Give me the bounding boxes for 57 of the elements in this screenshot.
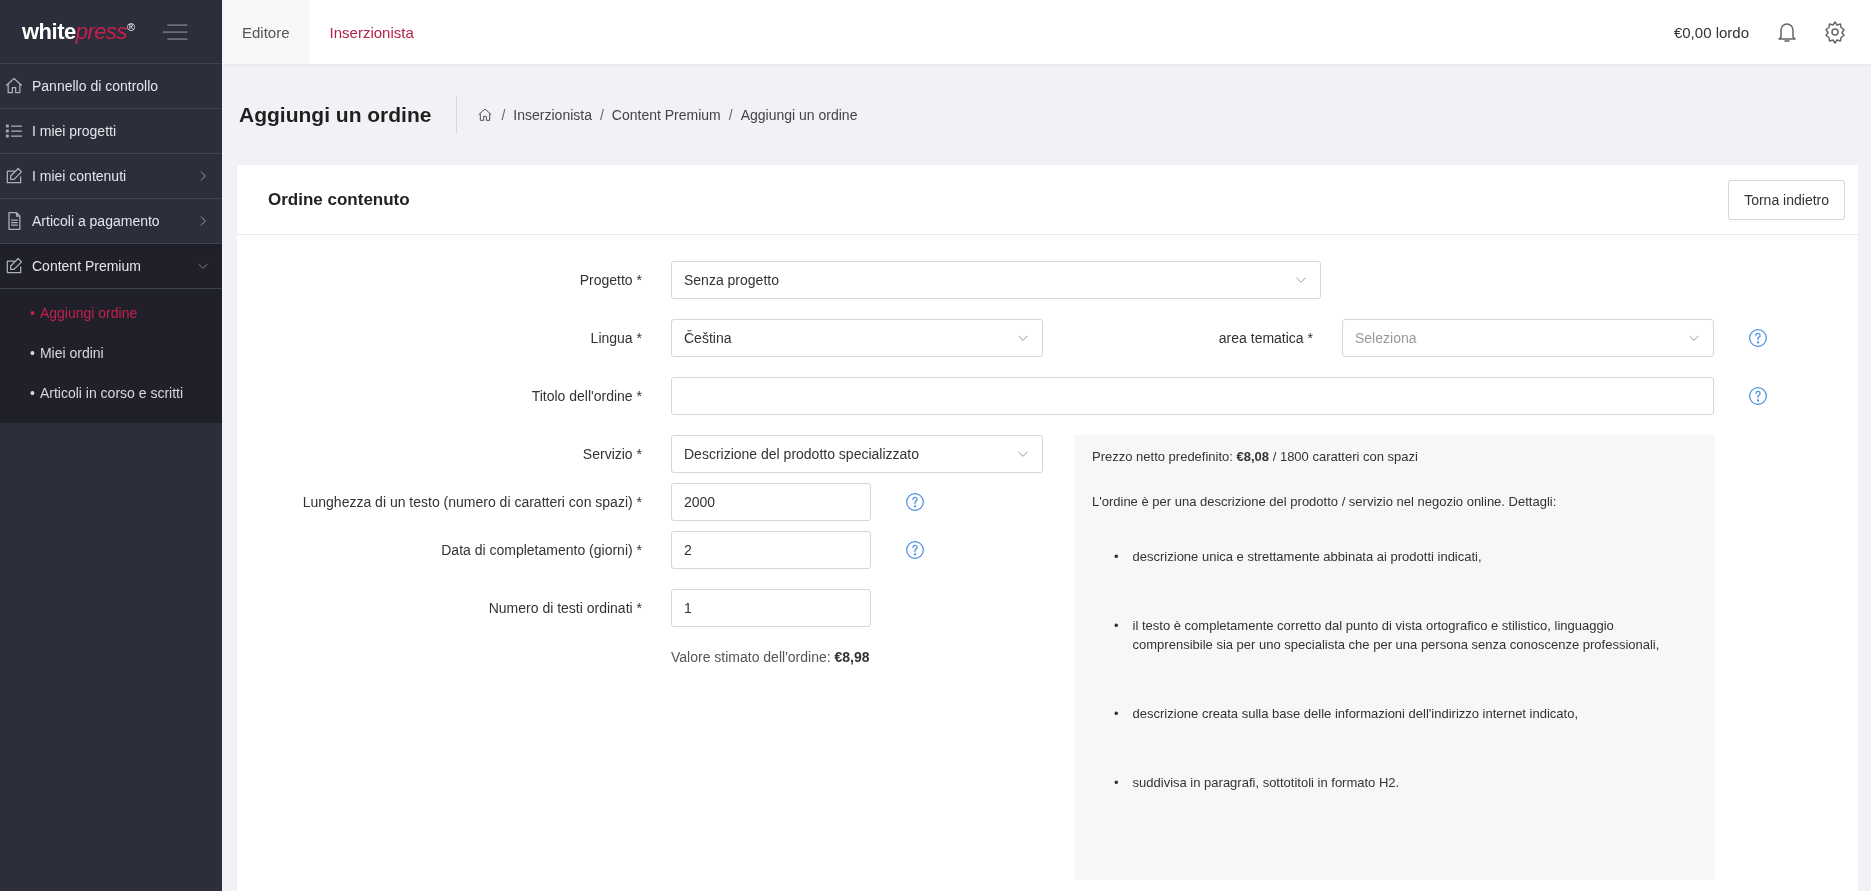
sidebar-item[interactable]: Pannello di controllo	[0, 64, 222, 109]
breadcrumb-link[interactable]: Inserzionista	[513, 106, 592, 123]
bullet-marker: •	[1114, 617, 1119, 635]
service-select[interactable]: Descrizione del prodotto specializzato	[671, 435, 1043, 473]
field-label: Progetto *	[578, 272, 643, 288]
help-icon[interactable]	[1748, 328, 1768, 348]
field-label: Lingua *	[589, 330, 643, 346]
info-bullet: descrizione creata sulla base delle informazioni dell'indirizzo internet indicato,	[1132, 705, 1578, 723]
sidebar-item[interactable]: I miei contenuti	[0, 154, 222, 199]
field-label: Servizio *	[581, 446, 643, 462]
card-title: Ordine contenuto	[268, 189, 410, 210]
home-icon	[4, 76, 24, 96]
price-text: Prezzo netto predefinito: €8,08 / 1800 caratteri con spazi	[1092, 448, 1419, 466]
edit-icon	[4, 166, 24, 186]
notifications-button[interactable]	[1775, 20, 1799, 44]
help-icon[interactable]	[905, 492, 925, 512]
sidebar-item[interactable]: Content Premium	[0, 244, 222, 289]
top-tab[interactable]: Editore	[222, 0, 310, 64]
info-bullet: descrizione unica e strettamente abbinata ai prodotti indicati,	[1132, 548, 1482, 566]
whitepress-logo: whitepress$^{®}$	[22, 18, 135, 45]
top-tab[interactable]: Inserzionista	[309, 0, 434, 64]
help-icon[interactable]	[1748, 386, 1768, 406]
breadcrumb-separator: /	[599, 106, 604, 123]
info-bullet: il testo è completamente corretto dal punto di vista ortografico e stilistico, linguaggio comprensibile sia per uno specialista che per una persona senza conoscenze professionali,	[1132, 617, 1661, 654]
estimated-value-text: Valore stimato dell'ordine: €8,98	[671, 649, 871, 665]
help-icon[interactable]	[905, 540, 925, 560]
order-title-input[interactable]	[671, 377, 1714, 415]
project-select[interactable]: Senza progetto	[671, 261, 1321, 299]
breadcrumb-link[interactable]: Aggiungi un ordine	[740, 106, 858, 123]
edit-icon	[4, 256, 24, 276]
settings-button[interactable]	[1823, 20, 1847, 44]
number-input[interactable]: 2000	[671, 483, 871, 521]
balance-text: €0,00 lordo	[1673, 23, 1749, 41]
back-button[interactable]: Torna indietro	[1728, 179, 1845, 220]
number-input[interactable]: 1	[671, 589, 871, 627]
number-input[interactable]: 2	[671, 531, 871, 569]
sidebar-item[interactable]: I miei progetti	[0, 109, 222, 154]
field-label: Titolo dell'ordine *	[530, 388, 643, 404]
field-label: Lunghezza di un testo (numero di caratteri con spazi) *	[301, 494, 643, 510]
language-select[interactable]: Čeština	[671, 319, 1043, 357]
info-bullet: suddivisa in paragrafi, sottotitoli in formato H2.	[1132, 774, 1400, 792]
page-title: Aggiungi un ordine	[239, 95, 458, 134]
field-label: Data di completamento (giorni) *	[440, 542, 643, 558]
breadcrumb-separator: /	[728, 106, 733, 123]
sidebar-subitem[interactable]: • Miei ordini	[0, 333, 222, 373]
info-text: L'ordine è per una descrizione del prodotto / servizio nel negozio online. Dettagli:	[1092, 493, 1558, 511]
sidebar-subitem[interactable]: • Articoli in corso e scritti	[0, 373, 222, 413]
settings-icon	[1823, 20, 1847, 44]
bullet-marker: •	[1114, 548, 1119, 566]
breadcrumb-link[interactable]: Content Premium	[611, 106, 721, 123]
breadcrumb-separator: /	[501, 106, 506, 123]
home-icon	[477, 106, 494, 123]
field-label: area tematica *	[1217, 330, 1314, 346]
field-label: Numero di testi ordinati *	[487, 600, 643, 616]
bell-icon	[1775, 20, 1799, 44]
bullet-marker: •	[1114, 705, 1119, 723]
bullet-marker: •	[1114, 774, 1119, 792]
